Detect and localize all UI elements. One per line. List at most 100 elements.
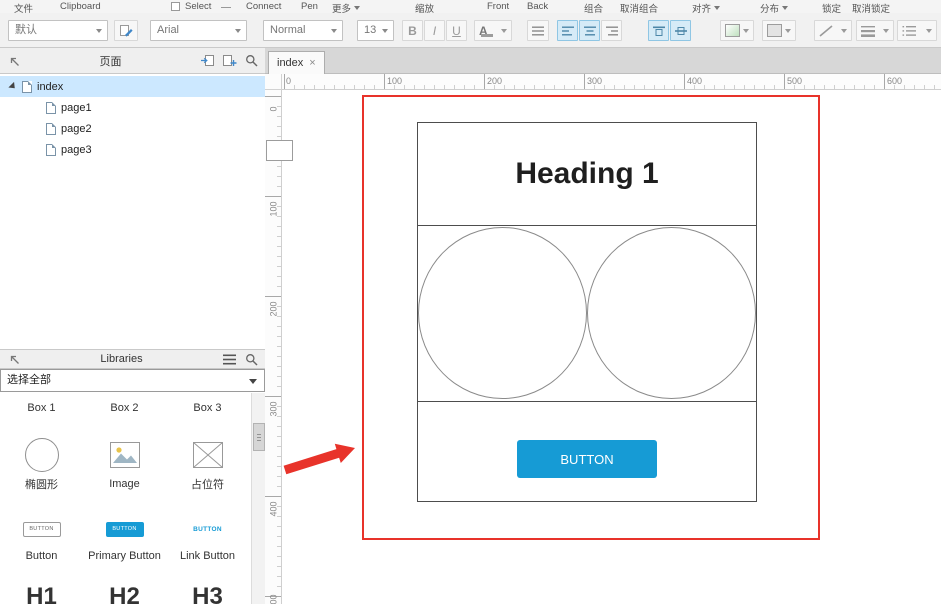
page-icon (46, 102, 56, 114)
library-item-link-button[interactable]: BUTTON (166, 519, 249, 539)
library-item-primary-button-label: Primary Button (83, 549, 166, 563)
wireframe-ellipse-right[interactable] (587, 227, 756, 399)
align-right-icon (606, 26, 618, 36)
tab-index[interactable]: index × (268, 51, 325, 74)
ruler-label: 0 (286, 76, 291, 86)
align-center-button[interactable] (579, 20, 600, 41)
align-top-button[interactable] (648, 20, 669, 41)
vertical-ruler: 0 100 200 300 400 500 (265, 90, 282, 604)
menu-item-back[interactable]: Back (527, 1, 548, 12)
line-width-icon (819, 25, 833, 37)
menu-item-pen[interactable]: Pen (301, 1, 318, 12)
ruler-label: 300 (269, 401, 279, 416)
font-color-swatch (481, 34, 493, 37)
placeholder-widget-icon (193, 442, 223, 468)
wireframe-heading-cell[interactable]: Heading 1 (418, 123, 756, 226)
wireframe-box[interactable]: Heading 1 BUTTON (417, 122, 757, 502)
libraries-menu-icon[interactable] (221, 352, 237, 367)
wireframe-button-label: BUTTON (560, 452, 613, 467)
page-icon (46, 144, 56, 156)
tree-item-label: page1 (61, 102, 92, 114)
fill-color-button[interactable] (720, 20, 754, 41)
library-item-button[interactable]: BUTTON (0, 519, 83, 539)
ruler-label: 0 (268, 106, 278, 111)
format-painter-button[interactable] (114, 20, 138, 41)
font-weight-select[interactable]: Normal (263, 20, 343, 41)
wireframe-ellipse-left[interactable] (418, 227, 587, 399)
library-item-link-button-label: Link Button (166, 549, 249, 563)
font-color-button[interactable]: A (474, 20, 512, 41)
pages-panel-title: 页面 (28, 53, 193, 69)
italic-button[interactable]: I (424, 20, 445, 41)
tab-close-icon[interactable]: × (309, 57, 315, 69)
menu-item-front[interactable]: Front (487, 1, 509, 12)
link-button-widget-icon: BUTTON (193, 526, 222, 533)
font-size-select[interactable]: 13 (357, 20, 394, 41)
library-item-ellipse-label: 椭圆形 (0, 477, 83, 491)
tree-item-page2[interactable]: page2 (0, 118, 265, 139)
menu-item-clipboard[interactable]: Clipboard (60, 1, 101, 12)
connector-tool-icon[interactable] (221, 7, 231, 8)
library-item-h3[interactable]: H3 (166, 583, 249, 604)
select-tool-icon[interactable] (171, 2, 180, 11)
ruler-label: 100 (387, 76, 402, 86)
library-item-primary-button[interactable]: BUTTON (83, 519, 166, 539)
application-window: 文件 Clipboard Select Connect Pen 更多 缩放 Fr… (0, 0, 941, 604)
library-item-box2-label[interactable]: Box 2 (83, 401, 166, 415)
library-item-h1[interactable]: H1 (0, 583, 83, 604)
border-color-swatch (767, 24, 782, 37)
libraries-grid: Box 1 Box 2 Box 3 椭圆形 Image 占位符 BUTTON (0, 393, 251, 604)
bullet-list-button[interactable] (527, 20, 549, 41)
scrollbar-thumb[interactable] (253, 423, 265, 451)
font-family-value: Arial (157, 24, 179, 36)
bold-button[interactable]: B (402, 20, 423, 41)
align-middle-button[interactable] (670, 20, 691, 41)
wireframe-heading-text: Heading 1 (515, 157, 658, 191)
collapse-pages-panel-icon[interactable] (6, 53, 22, 68)
tab-label: index (277, 57, 303, 69)
add-child-page-icon[interactable] (199, 53, 215, 68)
design-canvas[interactable]: Heading 1 BUTTON (282, 90, 941, 604)
expand-collapse-icon[interactable] (8, 82, 17, 91)
search-libraries-icon[interactable] (243, 352, 259, 367)
align-left-button[interactable] (557, 20, 578, 41)
library-item-h2[interactable]: H2 (83, 583, 166, 604)
align-middle-icon (675, 26, 687, 36)
align-left-icon (562, 26, 574, 36)
font-family-select[interactable]: Arial (150, 20, 247, 41)
tree-item-index[interactable]: index (0, 76, 265, 97)
line-width-button[interactable] (814, 20, 852, 41)
style-preset-value: 默认 (15, 24, 37, 36)
library-item-placeholder[interactable] (166, 435, 249, 475)
wireframe-button-cell[interactable]: BUTTON (418, 402, 756, 501)
line-style-button[interactable] (856, 20, 894, 41)
library-item-ellipse[interactable] (0, 435, 83, 475)
ruler-label: 400 (687, 76, 702, 86)
library-filter-select[interactable]: 选择全部 (0, 369, 265, 392)
primary-button-widget-icon: BUTTON (106, 522, 144, 537)
wireframe-primary-button[interactable]: BUTTON (517, 440, 657, 478)
tree-item-page1[interactable]: page1 (0, 97, 265, 118)
tree-item-label: page2 (61, 123, 92, 135)
search-pages-icon[interactable] (243, 53, 259, 68)
collapse-libraries-panel-icon[interactable] (6, 352, 22, 367)
menu-item-connect[interactable]: Connect (246, 1, 281, 12)
tree-item-page3[interactable]: page3 (0, 139, 265, 160)
library-item-box3-label[interactable]: Box 3 (166, 401, 249, 415)
wireframe-circles-cell[interactable] (418, 226, 756, 402)
style-preset-select[interactable]: 默认 (8, 20, 108, 41)
arrow-style-button[interactable] (897, 20, 937, 41)
underline-button[interactable]: U (446, 20, 467, 41)
page-icon (46, 123, 56, 135)
border-color-button[interactable] (762, 20, 796, 41)
line-style-icon (861, 25, 875, 37)
add-page-icon[interactable] (221, 53, 237, 68)
libraries-scrollbar[interactable] (251, 393, 265, 604)
ruler-label: 500 (269, 594, 279, 604)
list-icon (532, 26, 544, 36)
library-item-box1-label[interactable]: Box 1 (0, 401, 83, 415)
library-item-button-label: Button (0, 549, 83, 563)
library-item-image[interactable] (83, 435, 166, 475)
menu-item-select[interactable]: Select (185, 1, 211, 12)
align-right-button[interactable] (601, 20, 622, 41)
